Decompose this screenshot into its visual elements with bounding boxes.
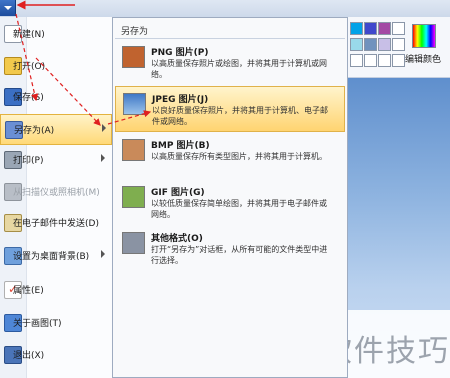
- color-swatch[interactable]: [378, 54, 391, 67]
- save-as-jpeg[interactable]: JPEG 图片(J) 以良好质量保存照片，并将其用于计算机、电子邮件或网络。: [115, 86, 345, 132]
- menu-item-properties[interactable]: ✓ 属性(E): [0, 275, 112, 304]
- color-swatch[interactable]: [350, 22, 363, 35]
- ribbon-title-strip: [0, 0, 450, 18]
- menu-item-about-paint[interactable]: 关于画图(T): [0, 308, 112, 337]
- format-description: 以较低质量保存简单绘图，并将其用于电子邮件或网络。: [151, 199, 327, 219]
- divider: [115, 38, 345, 39]
- color-swatch[interactable]: [378, 38, 391, 51]
- format-title: GIF 图片(G): [151, 188, 205, 198]
- edit-colors-icon[interactable]: [412, 24, 436, 48]
- color-swatch[interactable]: [364, 54, 377, 67]
- file-menu: 新建(N) 打开(O) 保存(S) 另存为(A) 打印(P) 从扫描仪或照相机(…: [0, 17, 113, 378]
- format-title: BMP 图片(B): [151, 141, 210, 151]
- menu-item-label: 关于画图(T): [13, 319, 62, 329]
- color-swatch[interactable]: [364, 38, 377, 51]
- paint-menu-button[interactable]: [0, 0, 16, 16]
- menu-item-open[interactable]: 打开(O): [0, 51, 112, 80]
- format-description: 以高质量保存所有类型图片，并将其用于计算机。: [151, 152, 327, 161]
- edit-colors-label[interactable]: 编辑颜色: [405, 52, 441, 65]
- save-as-gif[interactable]: GIF 图片(G) 以较低质量保存简单绘图，并将其用于电子邮件或网络。: [115, 180, 345, 226]
- png-image-icon: [122, 46, 145, 68]
- color-swatch[interactable]: [392, 22, 405, 35]
- menu-item-from-scanner: 从扫描仪或照相机(M): [0, 177, 112, 206]
- menu-item-label: 退出(X): [13, 351, 45, 361]
- color-swatch[interactable]: [392, 54, 405, 67]
- menu-item-label: 保存(S): [13, 93, 44, 103]
- menu-item-exit[interactable]: 退出(X): [0, 340, 112, 369]
- menu-item-print[interactable]: 打印(P): [0, 145, 112, 174]
- menu-item-save[interactable]: 保存(S): [0, 82, 112, 111]
- color-swatch[interactable]: [364, 22, 377, 35]
- save-as-png[interactable]: PNG 图片(P) 以高质量保存照片或绘图，并将其用于计算机或网络。: [115, 40, 345, 86]
- menu-item-save-as[interactable]: 另存为(A): [0, 114, 112, 145]
- menu-item-new[interactable]: 新建(N): [0, 19, 112, 48]
- format-description: 以高质量保存照片或绘图，并将其用于计算机或网络。: [151, 59, 327, 79]
- save-as-other-formats[interactable]: 其他格式(O) 打开“另存为”对话框，从所有可能的文件类型中进行选择。: [115, 226, 345, 272]
- menu-item-label: 属性(E): [13, 286, 44, 296]
- other-formats-icon: [122, 232, 145, 254]
- submenu-title: 另存为: [121, 27, 149, 37]
- menu-item-label: 设置为桌面背景(B): [13, 252, 90, 262]
- submenu-arrow-icon: [102, 124, 106, 132]
- gif-image-icon: [122, 186, 145, 208]
- submenu-arrow-icon: [101, 250, 105, 258]
- menu-item-label: 打开(O): [13, 62, 46, 72]
- menu-item-label: 在电子邮件中发送(D): [13, 219, 99, 229]
- save-as-submenu: 另存为 PNG 图片(P) 以高质量保存照片或绘图，并将其用于计算机或网络。 J…: [112, 17, 348, 378]
- color-swatch[interactable]: [350, 38, 363, 51]
- format-title: 其他格式(O): [151, 234, 203, 244]
- save-as-bmp[interactable]: BMP 图片(B) 以高质量保存所有类型图片，并将其用于计算机。: [115, 133, 345, 179]
- menu-item-send-email[interactable]: 在电子邮件中发送(D): [0, 208, 112, 237]
- submenu-arrow-icon: [101, 154, 105, 162]
- menu-item-label: 打印(P): [13, 156, 44, 166]
- format-description: 打开“另存为”对话框，从所有可能的文件类型中进行选择。: [151, 245, 328, 265]
- format-title: JPEG 图片(J): [152, 95, 209, 105]
- menu-item-label: 从扫描仪或照相机(M): [13, 188, 100, 198]
- menu-item-label: 新建(N): [13, 30, 45, 40]
- menu-item-set-desktop-background[interactable]: 设置为桌面背景(B): [0, 241, 112, 270]
- bmp-image-icon: [122, 139, 145, 161]
- jpeg-image-icon: [123, 93, 146, 115]
- color-swatch[interactable]: [392, 38, 405, 51]
- format-description: 以良好质量保存照片，并将其用于计算机、电子邮件或网络。: [152, 106, 328, 126]
- menu-item-label: 另存为(A): [14, 126, 55, 136]
- color-swatch[interactable]: [350, 54, 363, 67]
- format-title: PNG 图片(P): [151, 48, 209, 58]
- color-swatch[interactable]: [378, 22, 391, 35]
